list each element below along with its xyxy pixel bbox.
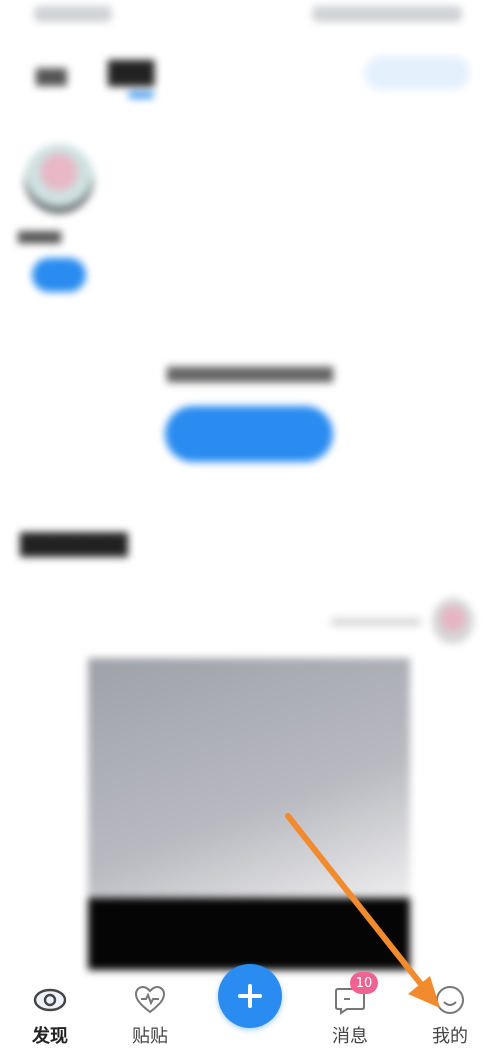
header-tab-active[interactable]: ▆▆ [108,52,154,87]
plus-icon [238,984,262,1008]
header-tab-inactive[interactable]: ▆▆ [36,62,67,86]
friend-action-badge[interactable] [32,258,86,292]
status-bar-right [312,6,462,22]
post-author-avatar[interactable] [432,598,474,644]
heart-pulse-icon [130,984,170,1016]
nav-item-discover[interactable]: 发现 [10,980,90,1059]
nav-item-tietie[interactable]: 贴贴 [110,980,190,1059]
app-screen: ▆▆ ▆▆ ▆▆▆▆ ▆▆▆▆▆▆▆▆▆▆▆▆ ▆▆▆▆▆ 发现 贴贴 消息 我… [0,0,500,1059]
primary-cta-button[interactable] [165,406,333,462]
create-post-button[interactable] [218,964,282,1028]
nav-item-messages[interactable]: 消息 [310,980,390,1059]
date-heading-placeholder: ▆▆▆▆▆ [20,524,128,557]
smile-icon [430,984,470,1016]
nav-label-mine: 我的 [432,1026,468,1047]
eye-icon [30,984,70,1016]
nav-label-tietie: 贴贴 [132,1026,168,1047]
nav-label-discover: 发现 [32,1026,68,1047]
header-action-button[interactable] [364,56,470,90]
empty-prompt-placeholder: ▆▆▆▆▆▆▆▆▆▆▆▆ [166,362,334,383]
post-meta [330,618,422,626]
blurred-content: ▆▆ ▆▆ ▆▆▆▆ ▆▆▆▆▆▆▆▆▆▆▆▆ ▆▆▆▆▆ [0,0,500,980]
nav-item-mine[interactable]: 我的 [410,980,490,1059]
post-image-dark-band [88,898,410,970]
nav-label-messages: 消息 [332,1026,368,1047]
message-count-badge: 10 [350,972,378,994]
friend-name-placeholder: ▆▆▆▆ [18,228,62,244]
friend-avatar[interactable] [24,144,94,214]
active-tab-indicator [128,92,154,98]
status-bar-left [34,6,112,22]
